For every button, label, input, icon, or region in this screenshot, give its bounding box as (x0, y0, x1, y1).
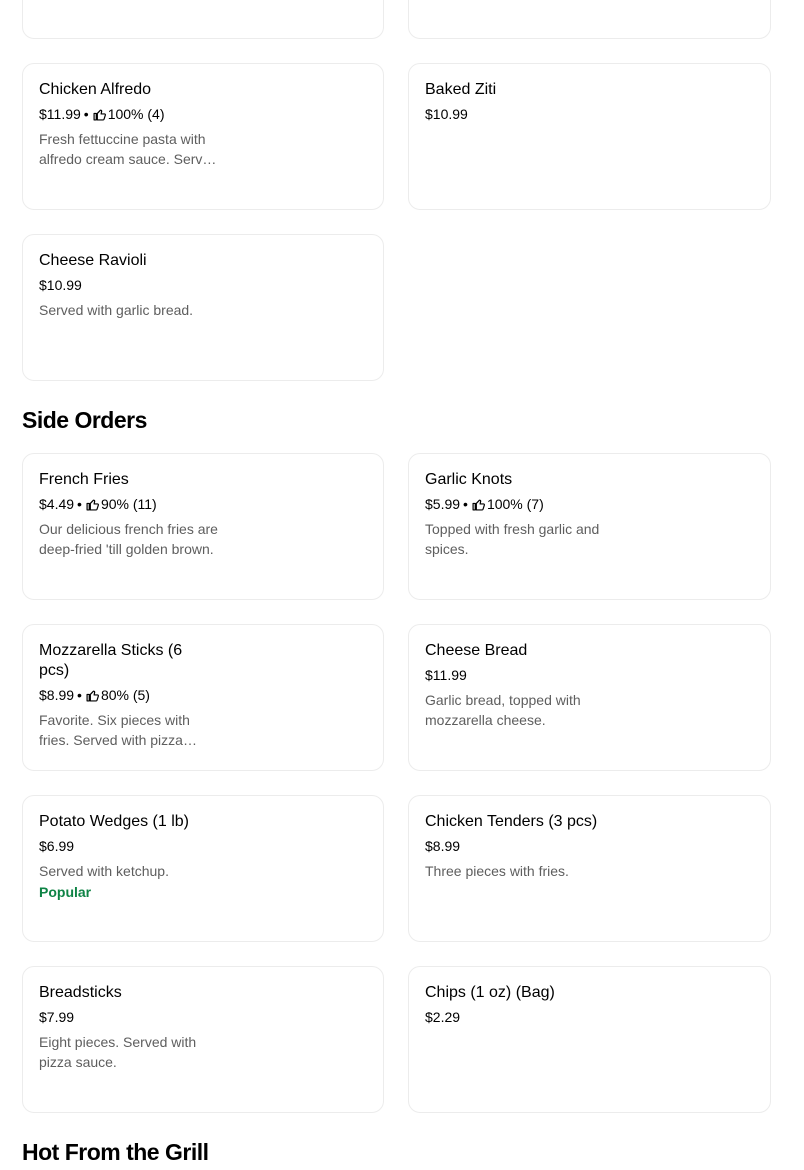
item-name: Mozzarella Sticks (6 pcs) (39, 642, 183, 679)
menu-item-card[interactable]: French Fries $4.49 • 90% (11) Our delici… (22, 453, 384, 600)
menu-item-card[interactable]: Breadsticks $7.99 Eight pieces. Served w… (22, 966, 384, 1113)
menu-item-card[interactable]: Chicken Tenders (3 pcs) $8.99 Three piec… (408, 795, 771, 942)
menu-item-card[interactable]: Baked Ziti $10.99 (408, 63, 771, 210)
item-rating: 100% (7) (486, 496, 544, 512)
item-price: $11.99 (39, 106, 81, 122)
item-name: Cheese Ravioli (39, 252, 147, 269)
item-meta: $11.99 (425, 666, 754, 684)
menu-item-card[interactable]: Cheese Bread $11.99 Garlic bread, topped… (408, 624, 771, 771)
menu-item-card[interactable]: Cheese Ravioli $10.99 Served with garlic… (22, 234, 384, 381)
item-rating: 90% (11) (100, 496, 157, 512)
item-price: $10.99 (425, 106, 468, 122)
item-description: Our delicious french fries are deep-frie… (39, 521, 218, 557)
item-meta: $10.99 (39, 276, 367, 294)
item-name: Cheese Bread (425, 642, 528, 659)
menu-item-card[interactable]: Mozzarella Sticks (6 pcs) $8.99 • 80% (5… (22, 624, 384, 771)
item-name: French Fries (39, 471, 129, 488)
item-meta: $5.99 • 100% (7) (425, 495, 754, 513)
menu-item-card[interactable]: Chicken Alfredo $11.99 • 100% (4) Fresh … (22, 63, 384, 210)
item-name: Potato Wedges (1 lb) (39, 813, 190, 830)
item-price: $6.99 (39, 838, 75, 854)
item-description: Garlic bread, topped with mozzarella che… (425, 692, 581, 728)
menu-item-card-partial[interactable] (408, 0, 771, 39)
section-title-side-orders: Side Orders (22, 407, 147, 433)
item-meta: $10.99 (425, 105, 754, 123)
item-price: $10.99 (39, 277, 82, 293)
item-meta: $6.99 (39, 837, 367, 855)
item-meta: $8.99 • 80% (5) (39, 686, 367, 704)
item-name: Garlic Knots (425, 471, 513, 488)
item-description: Served with ketchup. (39, 863, 169, 879)
item-description: Topped with fresh garlic and spices. (425, 521, 600, 557)
menu-item-card-partial[interactable] (22, 0, 384, 39)
thumbs-up-icon (93, 108, 106, 121)
section-title-hot-from-the-grill: Hot From the Grill (22, 1139, 209, 1165)
item-name: Breadsticks (39, 984, 122, 1001)
thumbs-up-icon (86, 689, 99, 702)
item-meta: $7.99 (39, 1008, 367, 1026)
item-price: $2.29 (425, 1009, 461, 1025)
menu-item-card[interactable]: Potato Wedges (1 lb) $6.99 Served with k… (22, 795, 384, 942)
item-name: Baked Ziti (425, 81, 497, 98)
item-name: Chicken Tenders (3 pcs) (425, 813, 598, 830)
thumbs-up-icon (472, 498, 485, 511)
item-price: $5.99 (425, 496, 461, 512)
item-description: Fresh fettuccine pasta with alfredo crea… (39, 131, 218, 167)
item-price: $7.99 (39, 1009, 75, 1025)
menu-item-card[interactable]: Garlic Knots $5.99 • 100% (7) Topped wit… (408, 453, 771, 600)
separator-dot: • (83, 106, 89, 122)
separator-dot: • (463, 496, 468, 512)
item-description: Favorite. Six pieces with fries. Served … (39, 712, 190, 748)
item-name: Chips (1 oz) (Bag) (425, 984, 555, 1001)
item-price: $8.99 (39, 687, 75, 703)
item-description: Eight pieces. Served with pizza sauce. (39, 1034, 197, 1070)
item-description: Served with garlic bread. (39, 302, 194, 318)
item-rating: 100% (4) (107, 106, 165, 122)
popular-badge: Popular (39, 884, 92, 900)
item-description: Three pieces with fries. (425, 863, 569, 879)
item-meta: $11.99 • 100% (4) (39, 105, 367, 123)
thumbs-up-icon (86, 498, 99, 511)
menu-item-card[interactable]: Chips (1 oz) (Bag) $2.29 (408, 966, 771, 1113)
item-meta: $8.99 (425, 837, 754, 855)
item-price: $8.99 (425, 838, 461, 854)
separator-dot: • (77, 687, 82, 703)
item-meta: $2.29 (425, 1008, 754, 1026)
item-price: $11.99 (425, 667, 467, 683)
item-meta: $4.49 • 90% (11) (39, 495, 367, 513)
item-price: $4.49 (39, 496, 75, 512)
item-name: Chicken Alfredo (39, 81, 152, 98)
item-rating: 80% (5) (100, 687, 150, 703)
separator-dot: • (77, 496, 82, 512)
